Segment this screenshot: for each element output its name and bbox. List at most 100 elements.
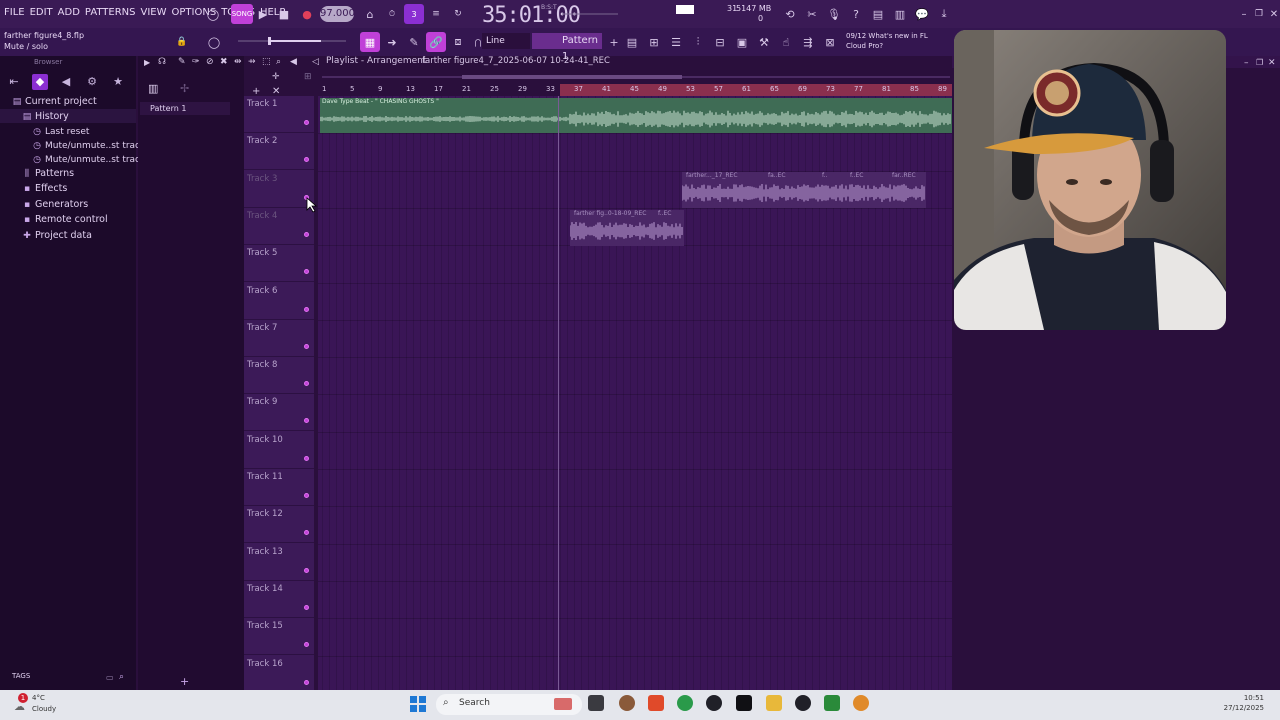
- menu-patterns[interactable]: PATTERNS: [85, 7, 136, 18]
- playlist-minimize-icon[interactable]: –: [1244, 58, 1249, 68]
- task-view-icon[interactable]: [588, 695, 604, 711]
- tool-play-icon[interactable]: ◀: [290, 57, 297, 67]
- brave-icon[interactable]: [648, 695, 664, 711]
- snap-select[interactable]: Line: [482, 33, 530, 49]
- scissors-icon[interactable]: ✂: [802, 4, 822, 24]
- microphone-icon[interactable]: 🎙: [824, 4, 844, 24]
- tool-slip-icon[interactable]: ⇹: [234, 57, 242, 67]
- mixer-icon[interactable]: ▥: [890, 4, 910, 24]
- clip-rec-row4[interactable]: farther fig..0-18-09_REC f..EC: [570, 210, 684, 246]
- track-header[interactable]: Track 8: [244, 357, 314, 395]
- playlist-view-icon[interactable]: ▦: [360, 32, 380, 52]
- plugin-picker-icon[interactable]: ▣: [732, 32, 752, 52]
- pattern-item[interactable]: Pattern 1: [140, 102, 230, 115]
- tree-project-data[interactable]: ✚ Project data: [0, 229, 136, 243]
- search-icon[interactable]: ⌕: [119, 672, 124, 682]
- menu-view[interactable]: VIEW: [141, 7, 167, 18]
- tree-mute-1[interactable]: ◷ Mute/unmute..st track(s): [0, 139, 157, 153]
- add-pattern-icon[interactable]: +: [604, 32, 624, 52]
- browser-tab-current[interactable]: ◆: [32, 74, 48, 90]
- track-mute-led[interactable]: [304, 679, 309, 685]
- loop-record-icon[interactable]: ↻: [448, 4, 468, 24]
- track-mute-led[interactable]: [304, 157, 309, 163]
- cpu-knob-icon[interactable]: ◯: [203, 4, 223, 24]
- piano-icon[interactable]: ▥: [148, 82, 158, 95]
- record-icon[interactable]: ●: [297, 4, 317, 24]
- playlist-maximize-icon[interactable]: ❐: [1256, 58, 1263, 67]
- playhead[interactable]: [558, 96, 559, 690]
- tool-draw-icon[interactable]: ✎: [178, 57, 186, 67]
- tool-slice-icon[interactable]: ⇸: [248, 57, 256, 67]
- track-header[interactable]: Track 4: [244, 208, 314, 245]
- playlist-menu-icon[interactable]: ▶: [144, 58, 150, 67]
- tempo-display[interactable]: 97.000: [320, 6, 355, 22]
- news-panel[interactable]: 09/12 What's new in FL Cloud Pro?: [846, 31, 946, 51]
- tree-history[interactable]: ▤ History: [0, 110, 136, 124]
- track-mute-led[interactable]: [304, 493, 309, 498]
- track-mute-led[interactable]: [304, 418, 309, 424]
- track-header[interactable]: Track 6: [244, 283, 314, 320]
- piano-roll-icon[interactable]: ⊞: [644, 32, 664, 52]
- track-mute-led[interactable]: [304, 269, 309, 275]
- channel-rack-icon[interactable]: ☰: [666, 32, 686, 52]
- track-mute-led[interactable]: [304, 306, 309, 312]
- tree-last-reset[interactable]: ◷ Last reset: [0, 125, 136, 139]
- loop-region[interactable]: [560, 84, 952, 96]
- wait-icon[interactable]: ⏱: [382, 4, 402, 24]
- track-header[interactable]: Track 12: [244, 506, 314, 544]
- blend-notes-icon[interactable]: ≡: [426, 4, 446, 24]
- clip-rec-row3[interactable]: farther..._17_REC fa..EC f.. f..EC far..…: [682, 172, 926, 208]
- draw-icon[interactable]: ✎: [404, 32, 424, 52]
- tree-generators[interactable]: ▪ Generators: [0, 198, 136, 212]
- track-header[interactable]: Track 11: [244, 469, 314, 506]
- tag-filter-icon[interactable]: ▭: [106, 673, 114, 682]
- master-volume-slider[interactable]: [560, 8, 620, 20]
- track-header[interactable]: Track 2: [244, 133, 314, 171]
- download-icon[interactable]: ⤓: [934, 4, 954, 24]
- track-mute-led[interactable]: [304, 455, 309, 461]
- browser-back-icon[interactable]: ⇤: [6, 74, 22, 90]
- weather-widget[interactable]: 4°C Cloudy: [32, 693, 56, 715]
- link-icon[interactable]: 🔗: [426, 32, 446, 52]
- playlist-arrow-icon[interactable]: ◁: [312, 57, 319, 67]
- close-icon[interactable]: ✕: [1264, 4, 1280, 24]
- pattern-song-toggle[interactable]: SONG: [231, 4, 253, 24]
- lock-icon[interactable]: 🔒: [172, 32, 192, 52]
- menu-edit[interactable]: EDIT: [30, 7, 53, 18]
- track-header[interactable]: Track 5: [244, 245, 314, 283]
- track-header[interactable]: Track 13: [244, 544, 314, 581]
- windows-start-icon[interactable]: [410, 696, 426, 712]
- master-pitch-slider[interactable]: [236, 36, 348, 46]
- tree-current-project[interactable]: ▤ Current project: [0, 95, 136, 109]
- track-mute-led[interactable]: [304, 530, 309, 536]
- tools-icon[interactable]: ⚒: [754, 32, 774, 52]
- track-header[interactable]: Track 10: [244, 432, 314, 469]
- menu-add[interactable]: ADD: [58, 7, 80, 18]
- track-mute-led[interactable]: [304, 231, 309, 237]
- tree-effects[interactable]: ▪ Effects: [0, 182, 136, 196]
- arrow-right-icon[interactable]: ➜: [382, 32, 402, 52]
- add-item-icon[interactable]: ✢: [180, 82, 189, 95]
- excel-icon[interactable]: [824, 695, 840, 711]
- track-mute-led[interactable]: [304, 343, 309, 349]
- browser-view-icon[interactable]: ⊟: [710, 32, 730, 52]
- tool-mute-icon[interactable]: ✖: [220, 57, 228, 67]
- fl-studio-icon[interactable]: [853, 695, 869, 711]
- track-mute-led[interactable]: [304, 120, 309, 125]
- track-header[interactable]: Track 15: [244, 618, 314, 656]
- tool-paint-icon[interactable]: ✑: [192, 57, 200, 67]
- chrome-icon[interactable]: [677, 695, 693, 711]
- touch-icon[interactable]: ☝: [776, 32, 796, 52]
- track-header[interactable]: Track 16: [244, 656, 314, 693]
- app-icon-1[interactable]: [619, 695, 635, 711]
- play-icon[interactable]: ▶: [253, 4, 273, 24]
- track-header[interactable]: Track 3: [244, 171, 314, 208]
- browser-tab-favorites[interactable]: ★: [110, 74, 126, 90]
- tool-select-icon[interactable]: ⬚: [262, 57, 271, 67]
- track-mute-led[interactable]: [304, 567, 309, 573]
- pitch-knob-icon[interactable]: ◯: [204, 32, 224, 52]
- track-mute-led[interactable]: [304, 381, 309, 387]
- stamp-icon[interactable]: ⧈: [448, 32, 468, 52]
- snap-arrow-icon[interactable]: ✛: [272, 72, 280, 82]
- taskbar-clock[interactable]: 10:51 27/12/2025: [1224, 693, 1264, 713]
